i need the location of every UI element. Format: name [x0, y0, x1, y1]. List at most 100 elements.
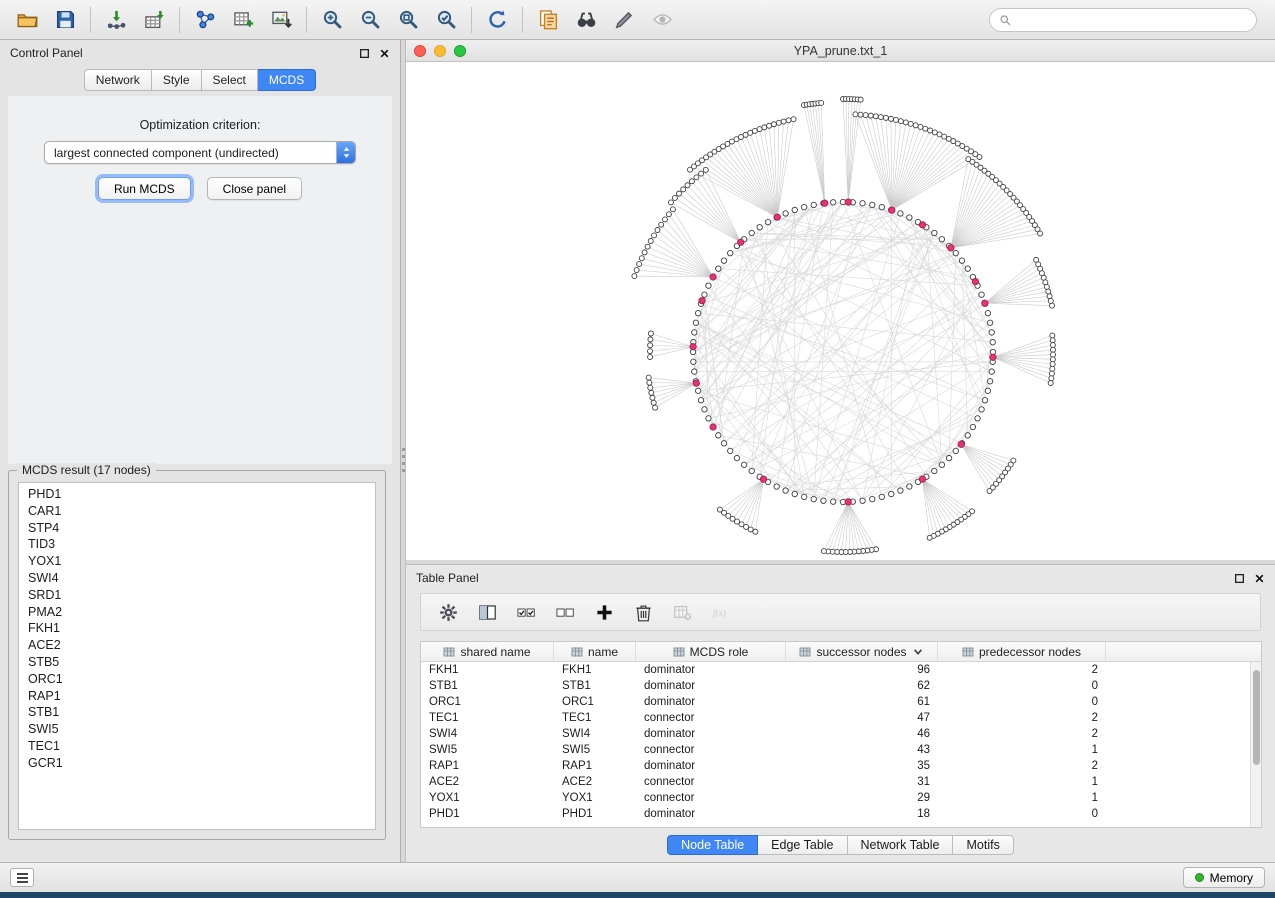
table-row[interactable]: ORC1ORC1dominator610 [421, 694, 1250, 710]
chevron-down-icon [912, 646, 924, 658]
table-row[interactable]: SWI4SWI4dominator462 [421, 726, 1250, 742]
network-canvas[interactable] [406, 62, 1275, 559]
window-minimize-button[interactable] [434, 45, 446, 57]
show-columns-button[interactable] [470, 597, 504, 627]
table-row[interactable]: STB1STB1dominator620 [421, 678, 1250, 694]
export-image-button[interactable] [262, 4, 300, 36]
mcds-result-item[interactable]: STB5 [19, 654, 375, 671]
column-header-shared_name[interactable]: shared name [421, 642, 554, 661]
close-panel-icon[interactable] [1254, 573, 1265, 584]
refresh-layout-button[interactable] [478, 4, 516, 36]
toolbar-separator [90, 7, 91, 33]
column-header-name[interactable]: name [554, 642, 636, 661]
column-header-mcds_role[interactable]: MCDS role [636, 642, 786, 661]
header-grid-icon [443, 646, 455, 658]
cell-predecessor_nodes: 2 [938, 664, 1106, 676]
new-network-button[interactable] [186, 4, 224, 36]
mcds-result-item[interactable]: SWI5 [19, 721, 375, 738]
mcds-result-item[interactable]: STB1 [19, 704, 375, 721]
zoom-in-button[interactable] [313, 4, 351, 36]
table-row[interactable]: FKH1FKH1dominator962 [421, 662, 1250, 678]
style-brush-button[interactable] [605, 4, 643, 36]
tab-network-table[interactable]: Network Table [848, 835, 954, 855]
mcds-result-item[interactable]: STP4 [19, 520, 375, 537]
close-panel-button[interactable]: Close panel [207, 177, 302, 200]
network-window-titlebar[interactable]: YPA_prune.txt_1 [406, 40, 1275, 62]
deselect-all-checkboxes-button[interactable] [548, 597, 582, 627]
cell-predecessor_nodes: 2 [938, 760, 1106, 772]
zoom-fit-icon [398, 9, 419, 30]
window-zoom-button[interactable] [454, 45, 466, 57]
float-panel-icon[interactable] [359, 48, 370, 59]
run-mcds-button[interactable]: Run MCDS [98, 177, 191, 200]
cell-predecessor_nodes: 0 [938, 680, 1106, 692]
tab-select[interactable]: Select [202, 69, 258, 91]
open-file-button[interactable] [8, 4, 46, 36]
copy-document-button[interactable] [529, 4, 567, 36]
mcds-result-item[interactable]: RAP1 [19, 688, 375, 705]
table-row[interactable]: SWI5SWI5connector431 [421, 742, 1250, 758]
column-label: successor nodes [816, 645, 906, 659]
toolbar-icon-groups [8, 0, 681, 39]
mcds-result-item[interactable]: SRD1 [19, 587, 375, 604]
first-neighbors-button[interactable] [567, 4, 605, 36]
settings-gear-button[interactable] [431, 597, 465, 627]
tab-edge-table[interactable]: Edge Table [758, 835, 847, 855]
close-panel-icon[interactable] [379, 48, 390, 59]
table-row[interactable]: ACE2ACE2connector311 [421, 774, 1250, 790]
cell-mcds_role: dominator [636, 808, 786, 820]
table-scrollbar[interactable] [1250, 662, 1261, 827]
mcds-result-item[interactable]: YOX1 [19, 553, 375, 570]
optimization-criterion-label: Optimization criterion: [8, 96, 392, 132]
tab-style[interactable]: Style [152, 69, 202, 91]
toolbar-separator [179, 7, 180, 33]
search-input[interactable] [1018, 13, 1247, 27]
table-row[interactable]: PHD1PHD1dominator180 [421, 806, 1250, 822]
zoom-selected-button[interactable] [427, 4, 465, 36]
cell-mcds_role: connector [636, 744, 786, 756]
scrollbar-thumb[interactable] [1253, 670, 1260, 765]
delete-columns-button[interactable] [626, 597, 660, 627]
table-row[interactable]: TEC1TEC1connector472 [421, 710, 1250, 726]
float-panel-icon[interactable] [1234, 573, 1245, 584]
zoom-fit-button[interactable] [389, 4, 427, 36]
table-header-row: shared namenameMCDS role successor nodes p… [421, 642, 1261, 662]
mcds-result-list[interactable]: PHD1CAR1STP4TID3YOX1SWI4SRD1PMA2FKH1ACE2… [18, 482, 376, 830]
search-box[interactable] [989, 8, 1257, 32]
mcds-result-item[interactable]: CAR1 [19, 503, 375, 520]
menu-button[interactable] [10, 868, 34, 887]
cell-shared_name: FKH1 [421, 664, 554, 676]
add-column-icon [595, 603, 614, 622]
import-table-button[interactable] [135, 4, 173, 36]
new-table-button[interactable] [224, 4, 262, 36]
select-all-checkboxes-button[interactable] [509, 597, 543, 627]
column-header-successor_nodes[interactable]: successor nodes [786, 642, 938, 661]
cell-name: YOX1 [554, 792, 636, 804]
save-session-button[interactable] [46, 4, 84, 36]
table-row[interactable]: RAP1RAP1dominator352 [421, 758, 1250, 774]
tab-mcds[interactable]: MCDS [258, 69, 316, 91]
window-close-button[interactable] [414, 45, 426, 57]
import-network-button[interactable] [97, 4, 135, 36]
cell-predecessor_nodes: 0 [938, 696, 1106, 708]
mcds-result-item[interactable]: SWI4 [19, 570, 375, 587]
hide-selected-button [643, 4, 681, 36]
mcds-result-item[interactable]: ORC1 [19, 671, 375, 688]
mcds-result-item[interactable]: PHD1 [19, 486, 375, 503]
column-header-predecessor_nodes[interactable]: predecessor nodes [938, 642, 1106, 661]
tab-node-table[interactable]: Node Table [667, 835, 758, 855]
mcds-result-item[interactable]: GCR1 [19, 755, 375, 772]
criterion-dropdown[interactable]: largest connected component (undirected) [44, 141, 356, 164]
table-row[interactable]: YOX1YOX1connector291 [421, 790, 1250, 806]
tab-motifs[interactable]: Motifs [953, 835, 1013, 855]
tab-network[interactable]: Network [84, 69, 152, 91]
zoom-out-button[interactable] [351, 4, 389, 36]
mcds-result-item[interactable]: TID3 [19, 536, 375, 553]
mcds-result-item[interactable]: FKH1 [19, 620, 375, 637]
mcds-result-item[interactable]: PMA2 [19, 604, 375, 621]
mcds-result-item[interactable]: TEC1 [19, 738, 375, 755]
memory-button[interactable]: Memory [1183, 867, 1265, 888]
import-network-icon [106, 9, 127, 30]
mcds-result-item[interactable]: ACE2 [19, 637, 375, 654]
add-column-button[interactable] [587, 597, 621, 627]
